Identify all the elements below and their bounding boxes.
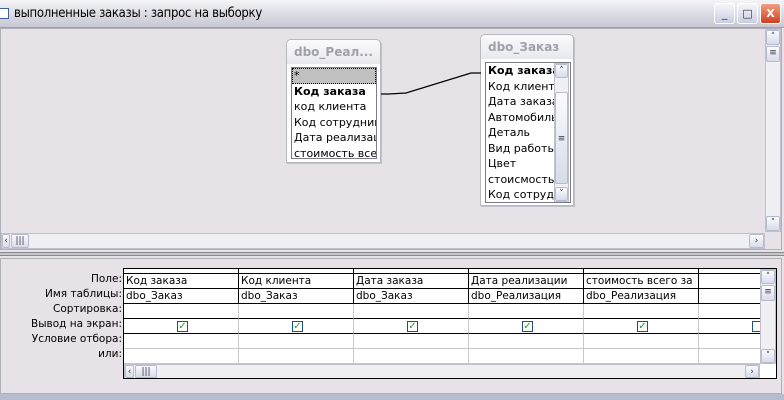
scroll-right-icon[interactable]: › xyxy=(749,234,764,248)
window-border xyxy=(0,394,784,400)
criteria-cell[interactable] xyxy=(124,334,239,349)
table-name-cell[interactable]: dbo_Реализация xyxy=(469,289,584,304)
scroll-left-icon[interactable]: ‹ xyxy=(2,234,10,248)
grid-horizontal-scrollbar[interactable]: ‹ ||| › xyxy=(124,364,760,378)
or-cell[interactable] xyxy=(469,349,584,364)
sort-cell[interactable] xyxy=(354,304,469,319)
criteria-cell[interactable] xyxy=(239,334,354,349)
row-label: Условие отбора: xyxy=(31,333,122,345)
scroll-right-icon[interactable]: › xyxy=(745,365,759,378)
show-checkbox[interactable]: ✓ xyxy=(177,321,188,332)
field-cell[interactable]: Код клиента xyxy=(239,274,354,289)
scroll-thumb[interactable]: ||| xyxy=(135,365,157,378)
row-label: Сортировка: xyxy=(53,303,122,315)
table-scrollbar[interactable]: ˄ ≡ ˅ xyxy=(554,63,569,202)
criteria-cell[interactable] xyxy=(354,334,469,349)
scroll-thumb[interactable]: ≡ xyxy=(761,285,775,301)
horizontal-scrollbar[interactable]: ‹ ||| › xyxy=(1,233,765,249)
row-label: Имя таблицы: xyxy=(45,288,122,300)
grid-vertical-scrollbar[interactable]: ˄ ≡ ˅ xyxy=(760,269,776,364)
or-cell[interactable] xyxy=(354,349,469,364)
sort-cell[interactable] xyxy=(124,304,239,319)
criteria-cell[interactable] xyxy=(584,334,699,349)
scroll-left-icon[interactable]: ‹ xyxy=(125,365,134,378)
field-item[interactable]: Код сотрудника xyxy=(292,115,376,131)
sort-cell[interactable] xyxy=(584,304,699,319)
field-item[interactable]: * xyxy=(292,68,376,84)
scroll-thumb[interactable]: ||| xyxy=(11,234,29,248)
show-checkbox[interactable]: ✓ xyxy=(637,321,648,332)
scroll-up-icon[interactable]: ˄ xyxy=(766,30,780,45)
scroll-down-icon[interactable]: ˅ xyxy=(761,349,775,363)
table-pane: dbo_Реал... * Код заказа код клиента Код со… xyxy=(0,28,782,250)
or-cell[interactable] xyxy=(584,349,699,364)
row-label: Поле: xyxy=(90,273,122,285)
field-cell[interactable]: Дата реализации xyxy=(469,274,584,289)
scroll-up-icon[interactable]: ˄ xyxy=(555,64,568,78)
relationship-line xyxy=(381,72,481,95)
maximize-button[interactable]: □ xyxy=(737,3,758,24)
field-cell[interactable]: Код заказа xyxy=(124,274,239,289)
table-name-cell[interactable]: dbo_Заказ xyxy=(354,289,469,304)
show-checkbox[interactable]: ✓ xyxy=(522,321,533,332)
scroll-thumb[interactable]: ≡ xyxy=(555,92,568,184)
show-checkbox[interactable]: ✓ xyxy=(407,321,418,332)
scroll-down-icon[interactable]: ˅ xyxy=(555,187,568,201)
table-name-cell[interactable]: dbo_Реализация xyxy=(584,289,699,304)
field-item[interactable]: Дата реализаци xyxy=(292,130,376,146)
field-cell[interactable]: Дата заказа xyxy=(354,274,469,289)
or-cell[interactable] xyxy=(239,349,354,364)
field-item[interactable]: код клиента xyxy=(292,99,376,115)
table-name-cell[interactable]: dbo_Заказ xyxy=(124,289,239,304)
table-box-order[interactable]: dbo_Заказ Код заказа Код клиента Дата зака… xyxy=(480,34,574,206)
query-icon xyxy=(0,8,9,19)
table-title: dbo_Реал... xyxy=(287,40,380,64)
or-cell[interactable] xyxy=(124,349,239,364)
table-box-realization[interactable]: dbo_Реал... * Код заказа код клиента Код со… xyxy=(286,39,381,163)
window-title: выполненные заказы : запрос на выборку xyxy=(14,6,262,21)
close-button[interactable]: X xyxy=(760,3,781,24)
title-bar: выполненные заказы : запрос на выборку _… xyxy=(0,0,784,28)
sort-cell[interactable] xyxy=(239,304,354,319)
field-item[interactable]: стоимость всего xyxy=(292,146,376,159)
scroll-up-icon[interactable]: ˄ xyxy=(761,270,775,284)
table-name-cell[interactable]: dbo_Заказ xyxy=(239,289,354,304)
vertical-scrollbar[interactable]: ˄ ≡ ˅ xyxy=(765,29,781,232)
show-checkbox[interactable]: ✓ xyxy=(292,321,303,332)
row-label: или: xyxy=(98,348,122,360)
pane-splitter[interactable] xyxy=(0,252,784,256)
query-design-grid: Код заказа dbo_Заказ ✓ Код клиента dbo_Заказ… xyxy=(123,268,777,379)
scroll-down-icon[interactable]: ˅ xyxy=(766,216,780,231)
table-title: dbo_Заказ xyxy=(481,35,573,59)
criteria-cell[interactable] xyxy=(469,334,584,349)
scroll-thumb[interactable]: ≡ xyxy=(766,46,780,62)
sort-cell[interactable] xyxy=(469,304,584,319)
field-cell[interactable]: стоимость всего за xyxy=(584,274,699,289)
field-item[interactable]: Код заказа xyxy=(292,84,376,100)
row-label: Вывод на экран: xyxy=(31,318,122,330)
minimize-button[interactable]: _ xyxy=(714,3,735,24)
